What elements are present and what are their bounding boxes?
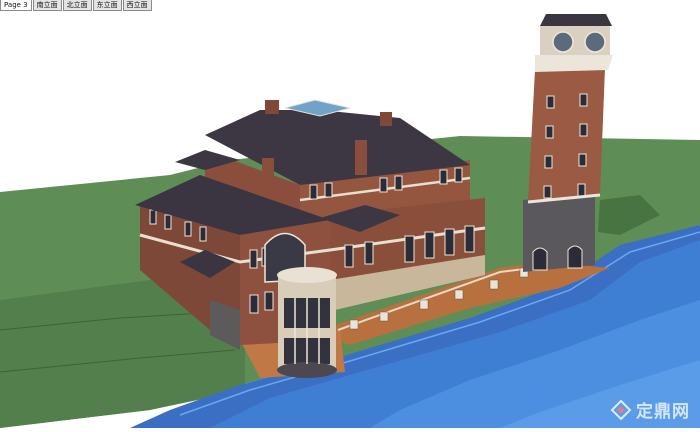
tab-west-elevation[interactable]: 西立面 [122, 0, 152, 11]
watermark-text: 定鼎网 [636, 402, 690, 422]
tab-page-3[interactable]: Page 3 [0, 0, 32, 11]
watermark: 定鼎网 [610, 397, 690, 422]
tab-east-elevation[interactable]: 东立面 [92, 0, 122, 11]
model-viewport[interactable] [0, 0, 700, 428]
rotunda [277, 267, 337, 378]
tab-south-elevation[interactable]: 南立面 [32, 0, 62, 11]
scene-tab-bar: Page 3 南立面 北立面 东立面 西立面 [0, 0, 153, 12]
ding-logo-icon [610, 399, 632, 420]
tab-north-elevation[interactable]: 北立面 [62, 0, 92, 11]
